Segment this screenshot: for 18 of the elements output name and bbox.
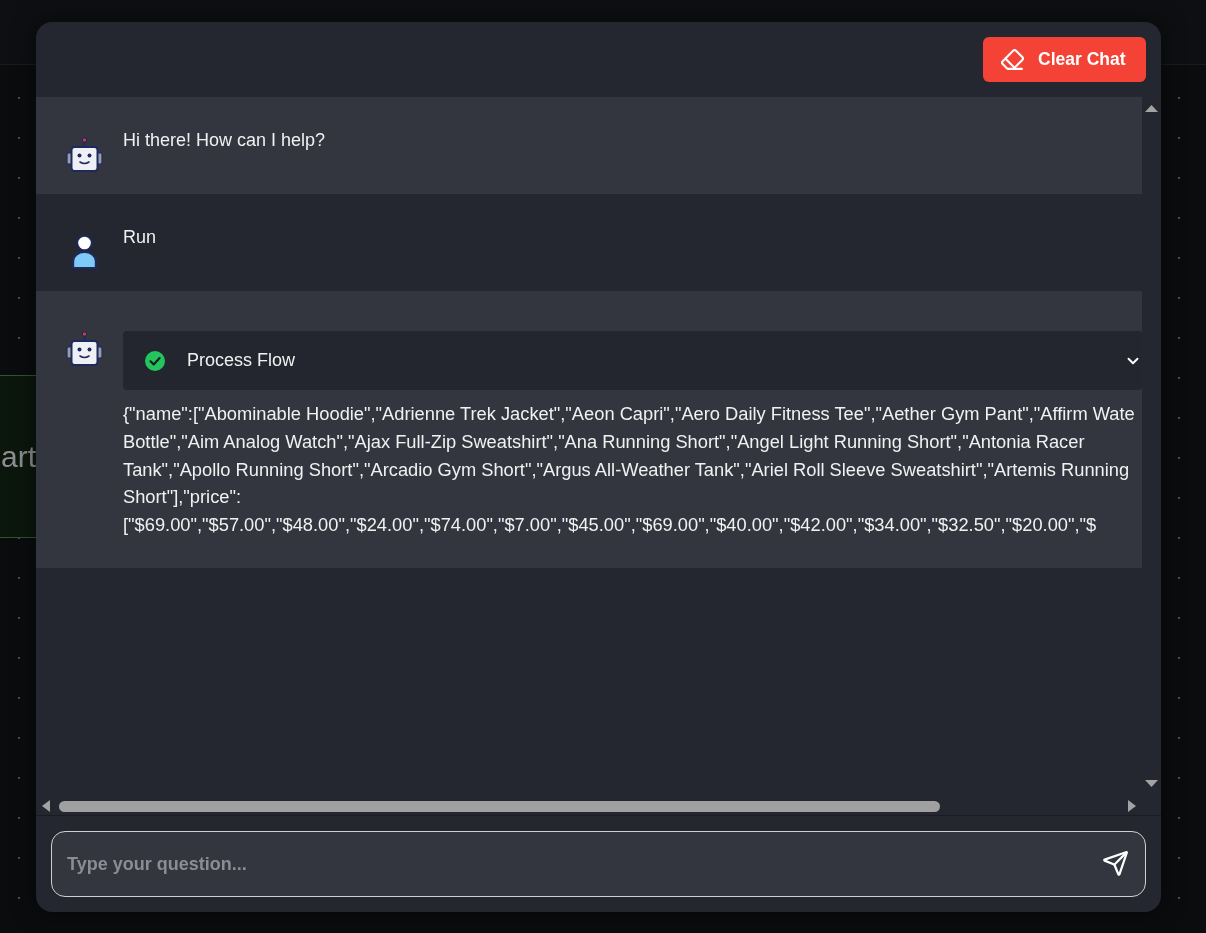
scroll-down-arrow-icon[interactable] (1145, 780, 1158, 787)
scroll-up-arrow-icon[interactable] (1145, 105, 1158, 112)
response-text: {"name":["Abominable Hoodie","Adrienne Trek Jacket","Aeon Capri","Aero Daily Fitness Tee","Aether Gym Pant","Affirm Wate Bottle","Aim Analog Watch","Ajax Full-Zip Sweatshirt","Ana Running Short","Angel Light Running Short","Antonia Racer Tank","Apollo Running Short","Arcadio Gym Short","Argus All-Weather Tank","Ariel Roll Sleeve Sweatshirt","Artemis Running Short"],"price": ["$69.00","$57.00","$48.00","$24.00","$74.00","$7.00","$45.00","$69.00","$40.00","$42.00","$34.00","$32.50","$20.00","$ (123, 402, 1135, 538)
eraser-icon (1000, 47, 1025, 72)
message-text: Run (123, 226, 157, 249)
robot-avatar-icon (66, 137, 103, 172)
user-avatar-icon (72, 234, 97, 269)
process-flow-toggle[interactable]: Process Flow (123, 331, 1142, 390)
clear-chat-button[interactable]: Clear Chat (983, 37, 1146, 82)
horizontal-scrollbar-thumb[interactable] (59, 800, 940, 812)
robot-avatar-icon (66, 331, 103, 366)
send-button[interactable] (1102, 850, 1129, 877)
question-input[interactable]: Type your question... (51, 831, 1146, 897)
message-text: Hi there! How can I help? (123, 129, 326, 152)
scroll-right-arrow-icon[interactable] (1128, 800, 1136, 812)
scroll-left-arrow-icon[interactable] (42, 800, 50, 812)
node-label: art (1, 441, 36, 472)
send-icon (1102, 850, 1129, 877)
